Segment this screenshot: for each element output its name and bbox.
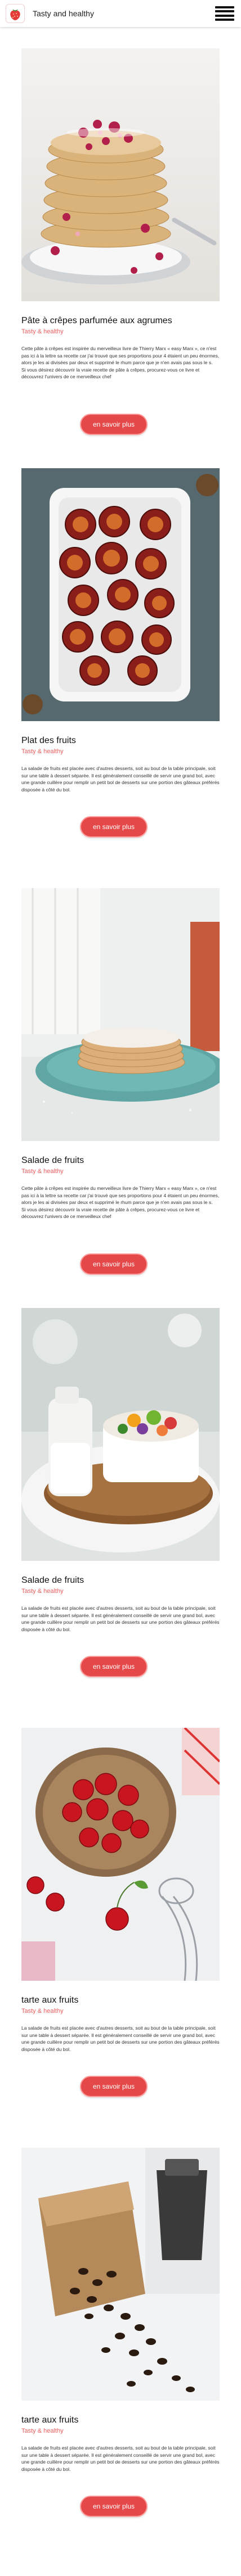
- menu-bar: [215, 14, 234, 17]
- excerpt-paragraph: La salade de fruits est placée avec d'au…: [21, 1605, 220, 1632]
- recipe-tag: Tasty & healthy: [21, 1168, 64, 1175]
- recipe-card: Salade de fruits Tasty & healthy Cette p…: [0, 888, 241, 1308]
- recipe-excerpt: La salade de fruits est placée avec d'au…: [21, 1605, 220, 1633]
- menu-bar: [215, 6, 234, 8]
- recipe-card: Plat des fruits Tasty & healthy La salad…: [0, 468, 241, 888]
- read-more-button[interactable]: en savoir plus: [80, 414, 148, 435]
- site-name[interactable]: Tasty and healthy: [33, 9, 94, 18]
- coffee-beans-image[interactable]: [21, 2148, 220, 2401]
- baked-plums-image[interactable]: [21, 468, 220, 721]
- recipe-card: tarte aux fruits Tasty & healthy La sala…: [0, 1728, 241, 2148]
- menu-bar: [215, 18, 234, 21]
- read-more-button[interactable]: en savoir plus: [80, 1253, 148, 1275]
- recipe-title[interactable]: Salade de fruits: [21, 1576, 220, 1586]
- recipe-excerpt: La salade de fruits est placée avec d'au…: [21, 2444, 220, 2473]
- recipe-card: Salade de fruits Tasty & healthy La sala…: [0, 1308, 241, 1728]
- pancake-stack-image[interactable]: [21, 48, 220, 301]
- recipe-tag: Tasty & healthy: [21, 1588, 64, 1595]
- recipe-title[interactable]: tarte aux fruits: [21, 1995, 220, 2005]
- excerpt-paragraph: La salade de fruits est placée avec d'au…: [21, 2445, 220, 2472]
- read-more-button[interactable]: en savoir plus: [80, 816, 148, 837]
- recipe-title[interactable]: tarte aux fruits: [21, 2415, 220, 2425]
- recipe-card: tarte aux fruits Tasty & healthy La sala…: [0, 2148, 241, 2568]
- read-more-button[interactable]: en savoir plus: [80, 2076, 148, 2097]
- excerpt-paragraph: Si vous désirez découvrir la vraie recet…: [21, 1206, 200, 1220]
- recipe-tag: Tasty & healthy: [21, 748, 64, 755]
- recipe-feed: Pâte à crêpes parfumée aux agrumes Tasty…: [0, 27, 241, 2568]
- fruit-salad-image[interactable]: [21, 1308, 220, 1561]
- recipe-title[interactable]: Plat des fruits: [21, 736, 220, 746]
- recipe-card: Pâte à crêpes parfumée aux agrumes Tasty…: [0, 48, 241, 468]
- recipe-excerpt: La salade de fruits est placée avec d'au…: [21, 765, 220, 793]
- strawberry-logo-icon[interactable]: [6, 4, 25, 23]
- excerpt-paragraph: Cette pâte à crêpes est inspirée du merv…: [21, 1185, 220, 1205]
- recipe-excerpt: Cette pâte à crêpes est inspirée du merv…: [21, 345, 220, 381]
- recipe-tag: Tasty & healthy: [21, 2008, 64, 2014]
- pancakes-teal-plate-image[interactable]: [21, 888, 220, 1141]
- menu-bar: [215, 10, 234, 13]
- recipe-tag: Tasty & healthy: [21, 2428, 64, 2434]
- read-more-button[interactable]: en savoir plus: [80, 2496, 148, 2517]
- excerpt-paragraph: La salade de fruits est placée avec d'au…: [21, 2025, 220, 2052]
- recipe-tag: Tasty & healthy: [21, 328, 64, 335]
- read-more-button[interactable]: en savoir plus: [80, 1656, 148, 1677]
- hamburger-menu-icon[interactable]: [215, 6, 234, 21]
- recipe-title[interactable]: Pâte à crêpes parfumée aux agrumes: [21, 316, 220, 326]
- cherries-image[interactable]: [21, 1728, 220, 1981]
- site-header: Tasty and healthy: [0, 0, 241, 27]
- recipe-title[interactable]: Salade de fruits: [21, 1156, 220, 1166]
- excerpt-paragraph: Cette pâte à crêpes est inspirée du merv…: [21, 346, 220, 365]
- recipe-excerpt: Cette pâte à crêpes est inspirée du merv…: [21, 1185, 220, 1220]
- recipe-excerpt: La salade de fruits est placée avec d'au…: [21, 2025, 220, 2053]
- excerpt-paragraph: La salade de fruits est placée avec d'au…: [21, 766, 220, 793]
- excerpt-paragraph: Si vous désirez découvrir la vraie recet…: [21, 366, 200, 380]
